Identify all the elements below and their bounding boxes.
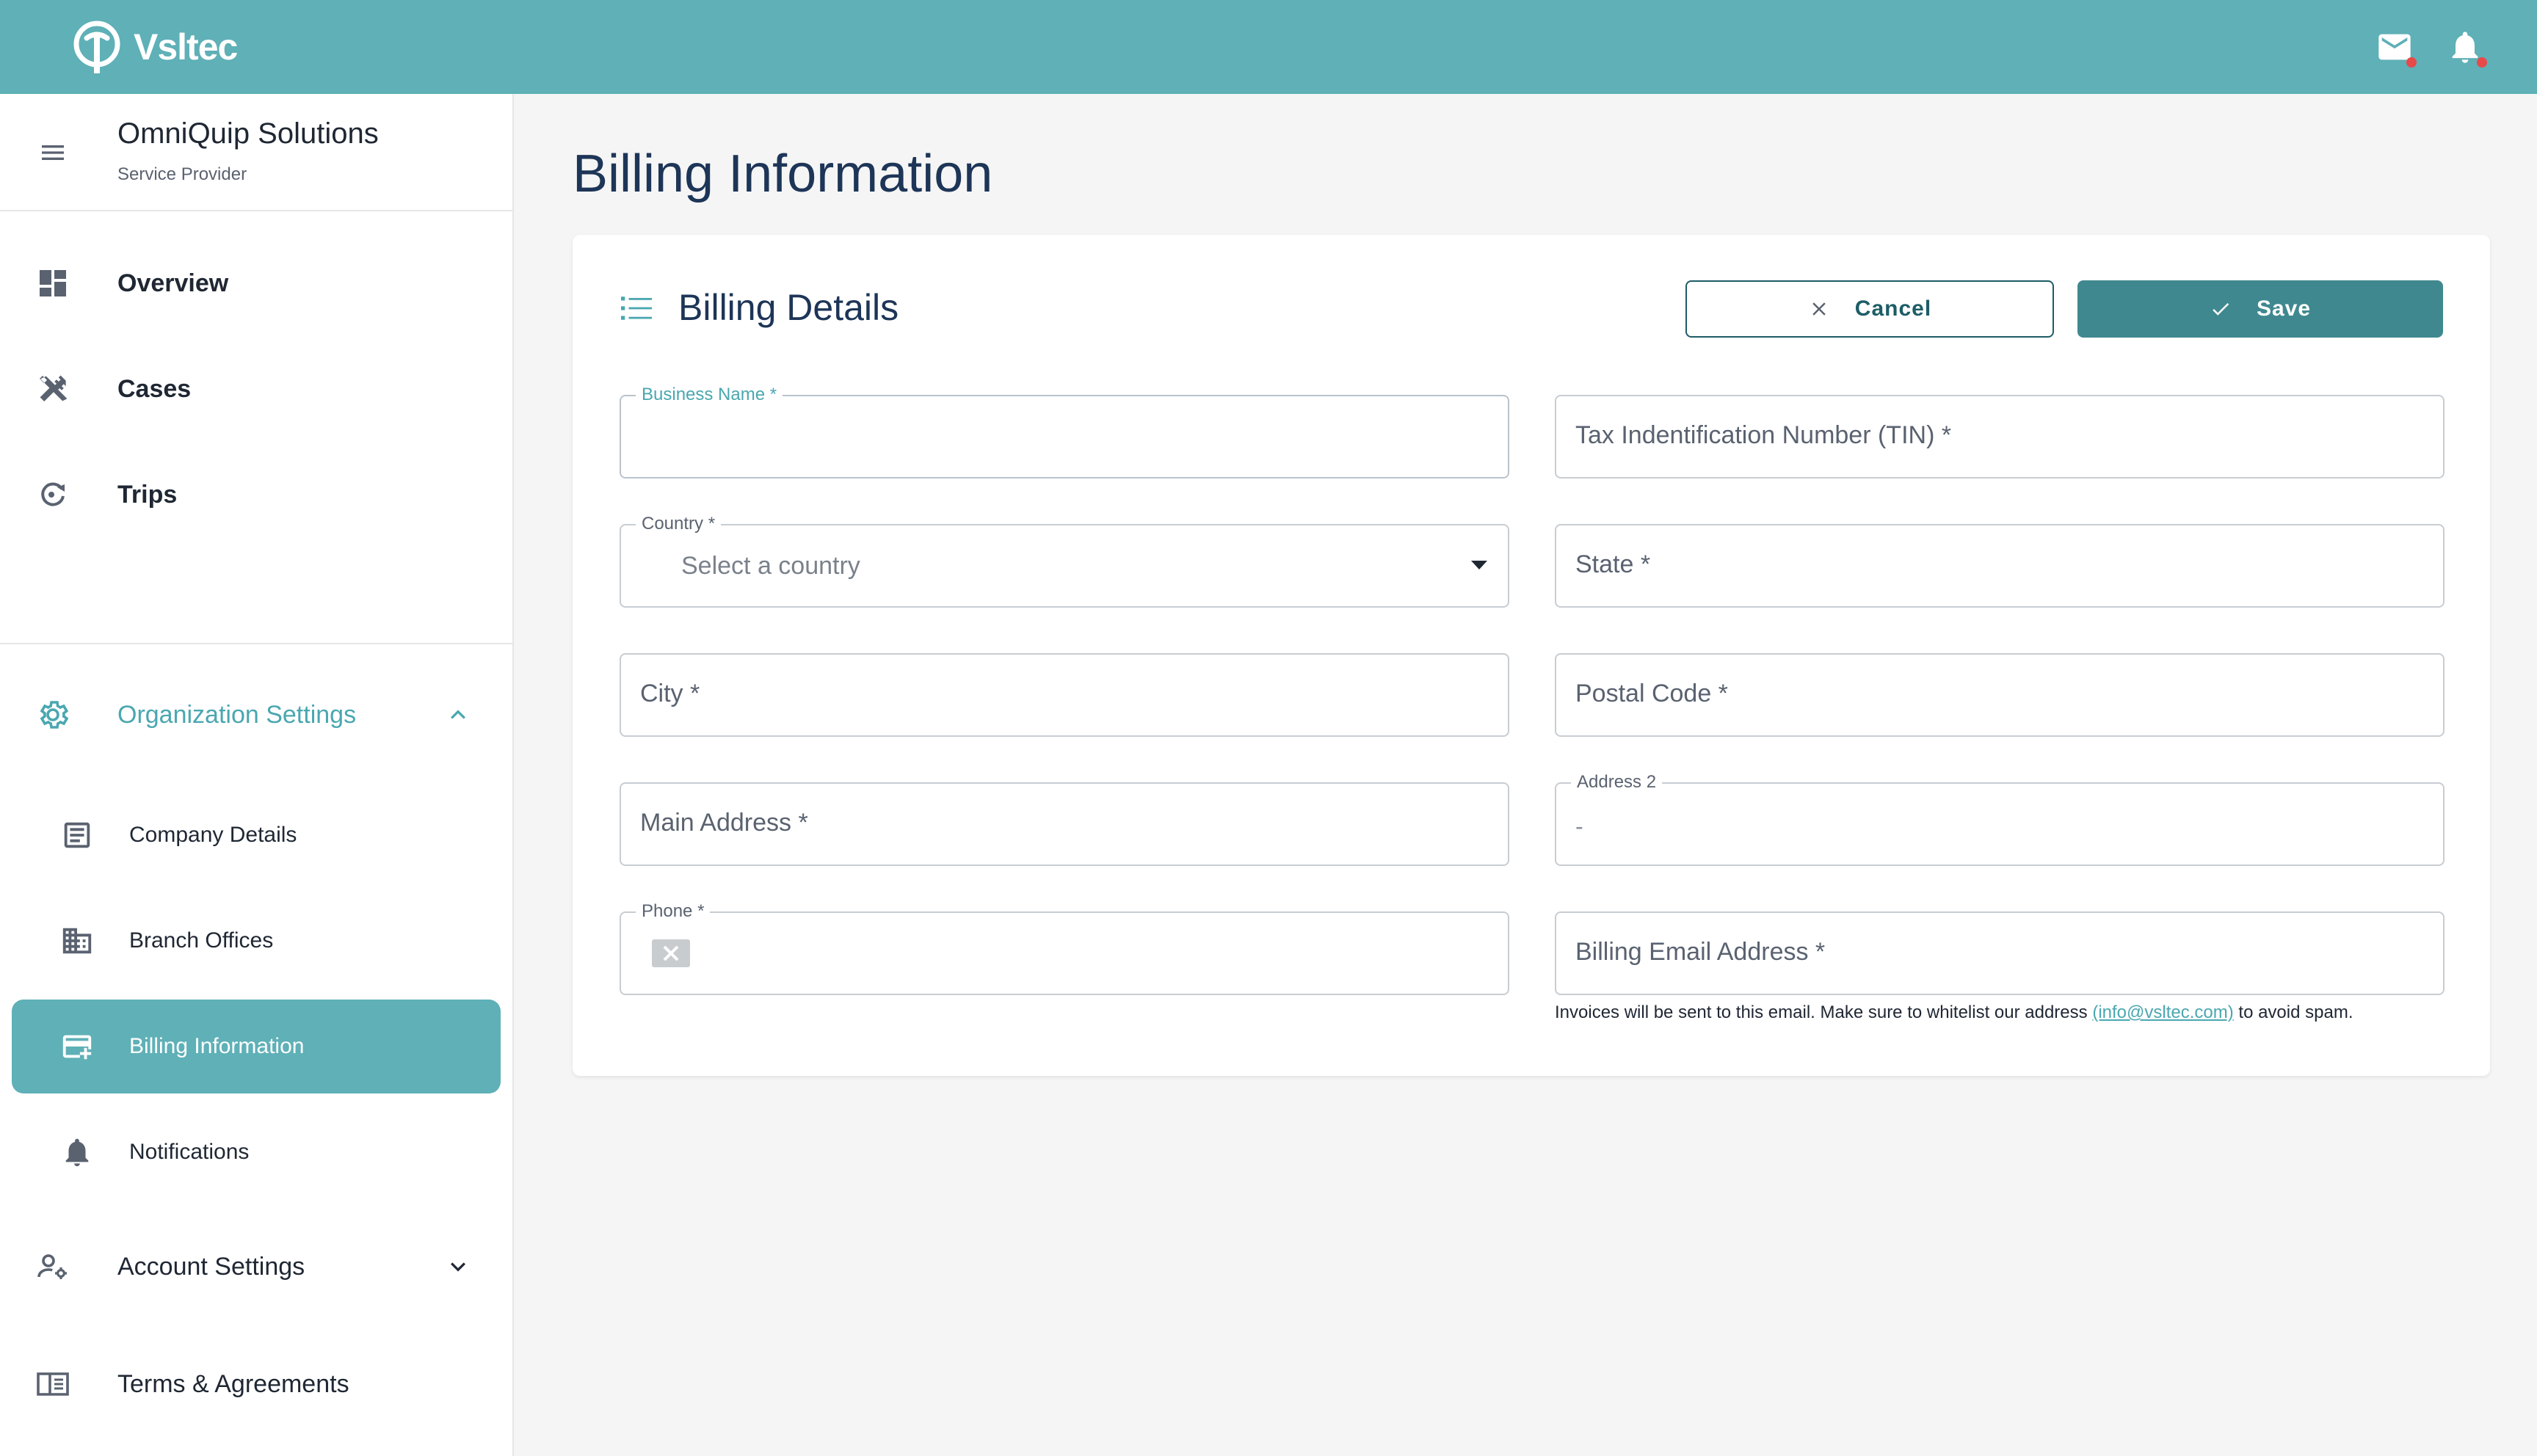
state-placeholder: State * [1575,550,1651,578]
postal-code-placeholder: Postal Code * [1575,680,1728,707]
phone-field[interactable]: Phone * [620,901,1509,995]
sidebar-item-cases[interactable]: Cases [0,345,512,433]
cancel-label: Cancel [1854,296,1932,321]
save-button[interactable]: Save [2077,280,2443,338]
city-field[interactable]: City * [620,653,1509,737]
bell-icon [65,1138,89,1167]
vsltec-logo-icon [73,21,120,73]
organization-header: OmniQuip Solutions Service Provider [0,94,512,211]
document-icon [64,822,90,848]
sidebar-section-account-settings[interactable]: Account Settings [0,1223,512,1311]
dashboard-icon [40,270,66,296]
postal-code-field[interactable]: Postal Code * [1555,653,2445,737]
credit-card-icon [62,1035,92,1060]
dropdown-arrow-icon [1471,561,1487,569]
hamburger-menu-icon[interactable] [37,138,69,167]
business-name-label: Business Name * [636,385,783,405]
tools-icon [40,375,68,401]
sidebar-item-label: Billing Information [129,1034,305,1058]
cancel-button[interactable]: Cancel [1685,280,2054,338]
sidebar-section-organization-settings[interactable]: Organization Settings [0,671,512,759]
list-icon [621,296,652,320]
brand-name: Vsltec [134,26,238,68]
brand-logo[interactable]: Vsltec [70,18,238,76]
mail-unread-dot [2406,57,2417,68]
sidebar-item-billing-information[interactable]: Billing Information [12,1000,501,1093]
sidebar-item-terms-agreements[interactable]: Terms & Agreements [0,1340,512,1428]
sidebar-item-overview[interactable]: Overview [0,239,512,327]
sidebar-item-label: Company Details [129,823,297,847]
page-title: Billing Information [573,145,993,203]
user-settings-icon [37,1254,67,1279]
sidebar: OmniQuip Solutions Service Provider Over… [0,94,514,1456]
close-icon [1812,302,1826,316]
notifications-button[interactable] [2446,28,2487,69]
sidebar-item-company-details[interactable]: Company Details [12,788,501,882]
city-placeholder: City * [640,680,700,707]
sidebar-item-label: Overview [117,269,229,297]
address2-value: - [1575,813,1583,840]
sidebar-item-label: Notifications [129,1140,250,1164]
check-icon [2213,303,2229,316]
country-placeholder: Select a country [681,552,860,580]
sidebar-section-label: Organization Settings [117,700,357,729]
country-flag-placeholder-icon[interactable] [652,939,690,967]
billing-email-field[interactable]: Billing Email Address * [1555,911,2445,995]
gear-icon [40,701,69,729]
sidebar-item-branch-offices[interactable]: Branch Offices [12,894,501,988]
sidebar-item-label: Trips [117,480,178,509]
tin-field[interactable]: Tax Indentification Number (TIN) * [1555,395,2445,478]
mail-button[interactable] [2376,28,2417,69]
notification-unread-dot [2477,57,2487,68]
billing-email-hint: Invoices will be sent to this email. Mak… [1555,1002,2353,1023]
sidebar-item-label: Cases [117,374,192,403]
top-bar: Vsltec [0,0,2537,94]
chevron-up-icon [451,710,465,719]
support-email-link[interactable]: (info@vsltec.com) [2092,1002,2233,1022]
state-field[interactable]: State * [1555,524,2445,608]
phone-label: Phone * [636,901,711,922]
sidebar-item-trips[interactable]: Trips [0,451,512,539]
business-name-field[interactable]: Business Name * [620,385,1509,478]
sidebar-divider [0,643,512,644]
save-label: Save [2256,296,2312,321]
sidebar-section-label: Account Settings [117,1252,305,1281]
trip-icon [41,482,65,506]
organization-role: Service Provider [117,164,247,184]
main-address-field[interactable]: Main Address * [620,782,1509,866]
organization-name: OmniQuip Solutions [117,117,379,150]
country-select[interactable]: Country * Select a country [620,514,1509,608]
sidebar-item-label: Branch Offices [129,928,274,953]
sidebar-item-notifications[interactable]: Notifications [12,1105,501,1199]
address2-field[interactable]: Address 2 - [1555,772,2445,866]
card-title: Billing Details [678,287,899,328]
hint-text: Invoices will be sent to this email. Mak… [1555,1002,2093,1022]
billing-details-card: Billing Details Cancel Save Business Nam… [573,235,2490,1076]
chevron-down-icon [451,1262,465,1272]
country-label: Country * [636,514,722,534]
main-address-placeholder: Main Address * [640,809,808,837]
address2-label: Address 2 [1571,772,1663,793]
book-icon [37,1372,69,1396]
sidebar-item-label: Terms & Agreements [117,1369,349,1398]
building-icon [62,928,92,954]
hint-text-end: to avoid spam. [2233,1002,2353,1022]
tin-placeholder: Tax Indentification Number (TIN) * [1575,421,1952,449]
billing-email-placeholder: Billing Email Address * [1575,938,1826,966]
